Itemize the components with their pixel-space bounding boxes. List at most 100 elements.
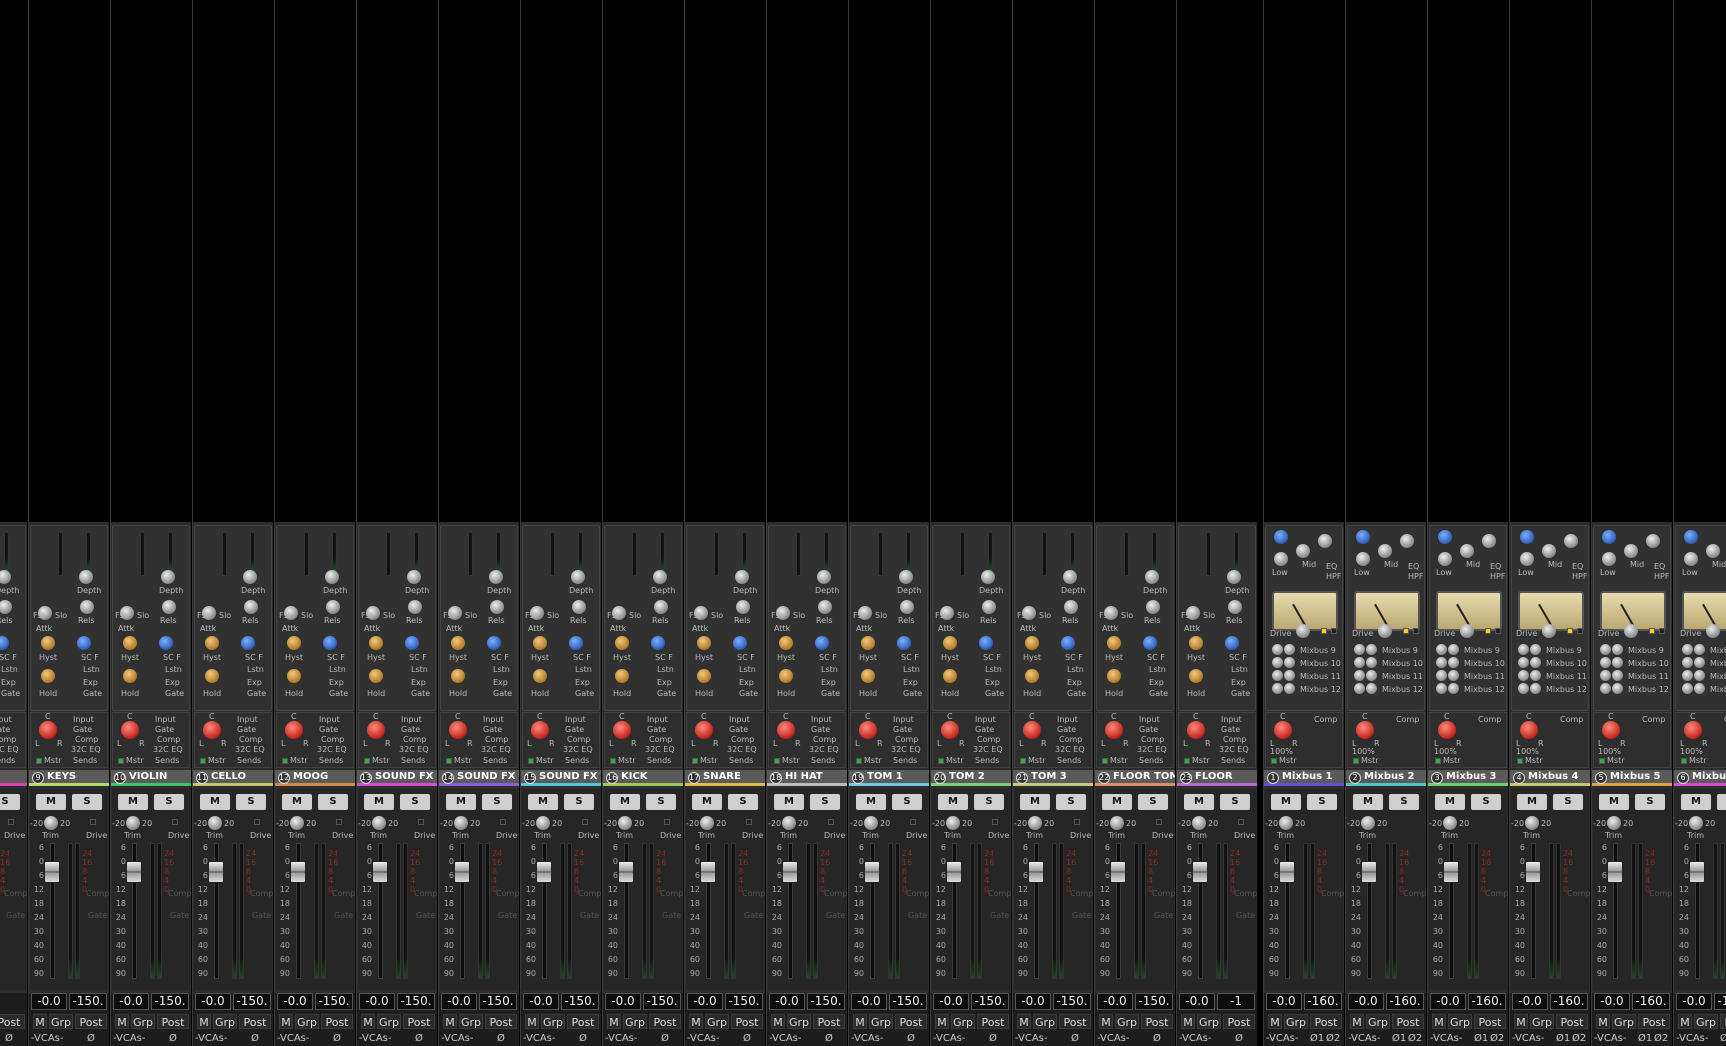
meter-point-post-button[interactable]: Post (1720, 1014, 1726, 1029)
peak-display[interactable]: -150. (233, 993, 271, 1010)
gain-entry[interactable]: -0.0 (605, 993, 641, 1010)
gain-entry[interactable]: -0.0 (1512, 993, 1548, 1010)
pan-knob[interactable] (941, 721, 959, 739)
group-button[interactable]: Grp (1612, 1014, 1636, 1029)
group-button[interactable]: Grp (623, 1014, 647, 1029)
polarity-led[interactable] (90, 819, 96, 825)
mixbus-send-knob[interactable] (1354, 644, 1365, 655)
hold-knob[interactable] (1107, 669, 1121, 683)
solo-button[interactable]: S (728, 794, 758, 810)
trim-knob[interactable] (208, 816, 222, 830)
strip-name-button[interactable]: 22 FLOOR TOM (1095, 770, 1175, 786)
mixbus-send-knob[interactable] (1612, 644, 1623, 655)
solo-button[interactable]: S (1220, 794, 1250, 810)
meter-point-post-button[interactable]: Post (731, 1014, 763, 1029)
phase-invert-button[interactable]: Ø (251, 1031, 259, 1046)
polarity-led[interactable] (8, 819, 14, 825)
pan-knob[interactable] (203, 721, 221, 739)
hold-knob[interactable] (861, 669, 875, 683)
sidechain-filter-knob[interactable] (241, 636, 255, 650)
depth-knob[interactable] (981, 570, 995, 584)
gain-entry[interactable]: -0.0 (1676, 993, 1712, 1010)
meter-point-post-button[interactable]: Post (1556, 1014, 1588, 1029)
eq-hi-knob[interactable] (1274, 530, 1288, 544)
meter-point-button[interactable]: M (771, 1014, 785, 1029)
depth-knob[interactable] (325, 570, 339, 584)
meter-point-post-button[interactable]: Post (239, 1014, 271, 1029)
master-assign-led[interactable] (446, 758, 452, 764)
meter-point-button[interactable]: M (607, 1014, 621, 1029)
pan-knob[interactable] (1684, 721, 1702, 739)
volume-fader[interactable] (700, 861, 716, 883)
meter-point-post-button[interactable]: Post (403, 1014, 435, 1029)
gain-entry[interactable]: -0.0 (933, 993, 969, 1010)
eq-hi-gain-knob[interactable] (1646, 534, 1660, 548)
mixbus-send-knob[interactable] (1600, 657, 1611, 668)
release-knob[interactable] (326, 600, 340, 614)
volume-fader[interactable] (1110, 861, 1126, 883)
vca-assign-button[interactable]: -VCAs- (359, 1031, 399, 1046)
meter-point-button[interactable]: M (525, 1014, 539, 1029)
gain-entry[interactable]: -0.0 (277, 993, 313, 1010)
mixbus-send-knob[interactable] (1612, 657, 1623, 668)
mute-button[interactable]: M (610, 794, 640, 810)
phase-invert-button[interactable]: Ø (825, 1031, 833, 1046)
group-button[interactable]: Grp (1033, 1014, 1057, 1029)
eq-mid-knob[interactable] (1296, 544, 1310, 558)
mixbus-send-knob[interactable] (1272, 657, 1283, 668)
vca-assign-button[interactable]: -VCAs- (1179, 1031, 1219, 1046)
peak-display[interactable]: -1 (1217, 993, 1255, 1010)
eq-low-knob[interactable] (1356, 552, 1370, 566)
vca-assign-button[interactable]: -VCAs- (933, 1031, 973, 1046)
eq-low-knob[interactable] (1438, 552, 1452, 566)
pan-knob[interactable] (285, 721, 303, 739)
release-knob[interactable] (80, 600, 94, 614)
meter-point-button[interactable]: M (1268, 1014, 1282, 1029)
mute-button[interactable]: M (446, 794, 476, 810)
meter-point-post-button[interactable]: Post (977, 1014, 1009, 1029)
sidechain-filter-knob[interactable] (733, 636, 747, 650)
phase-invert-button[interactable]: Ø (1153, 1031, 1161, 1046)
release-knob[interactable] (408, 600, 422, 614)
solo-button[interactable]: S (564, 794, 594, 810)
volume-fader[interactable] (1607, 861, 1623, 883)
mixbus-send-knob[interactable] (1448, 683, 1459, 694)
volume-fader[interactable] (1525, 861, 1541, 883)
peak-display[interactable]: -150. (643, 993, 681, 1010)
eq-mid-knob[interactable] (1706, 544, 1720, 558)
sidechain-filter-knob[interactable] (1061, 636, 1075, 650)
phase-invert-left-button[interactable]: Ø1 (1556, 1031, 1570, 1046)
vca-assign-button[interactable]: -VCAs- (1097, 1031, 1137, 1046)
release-knob[interactable] (900, 600, 914, 614)
mixbus-send-knob[interactable] (1366, 644, 1377, 655)
phase-invert-button[interactable]: Ø (579, 1031, 587, 1046)
phase-invert-left-button[interactable]: Ø1 (1720, 1031, 1726, 1046)
volume-fader[interactable] (1192, 861, 1208, 883)
hold-knob[interactable] (1189, 669, 1203, 683)
pan-knob[interactable] (1520, 721, 1538, 739)
gain-entry[interactable]: -0.0 (1594, 993, 1630, 1010)
release-knob[interactable] (162, 600, 176, 614)
phase-invert-right-button[interactable]: Ø2 (1326, 1031, 1340, 1046)
trim-knob[interactable] (782, 816, 796, 830)
trim-knob[interactable] (290, 816, 304, 830)
hysteresis-knob[interactable] (697, 636, 711, 650)
mixbus-send-knob[interactable] (1436, 670, 1447, 681)
mixbus-send-knob[interactable] (1366, 683, 1377, 694)
sidechain-filter-knob[interactable] (405, 636, 419, 650)
polarity-led[interactable] (992, 819, 998, 825)
volume-fader[interactable] (1279, 861, 1295, 883)
strip-name-button[interactable]: 4 Mixbus 4 (1510, 770, 1590, 786)
mixbus-send-knob[interactable] (1518, 657, 1529, 668)
master-assign-led[interactable] (1353, 758, 1359, 764)
depth-knob[interactable] (243, 570, 257, 584)
mute-button[interactable]: M (692, 794, 722, 810)
hysteresis-knob[interactable] (451, 636, 465, 650)
meter-point-post-button[interactable]: Post (813, 1014, 845, 1029)
mixbus-send-knob[interactable] (1448, 644, 1459, 655)
gain-entry[interactable]: -0.0 (1015, 993, 1051, 1010)
gain-entry[interactable]: -0.0 (523, 993, 559, 1010)
group-button[interactable]: Grp (869, 1014, 893, 1029)
phase-invert-button[interactable]: Ø (415, 1031, 423, 1046)
solo-button[interactable]: S (1635, 794, 1665, 810)
